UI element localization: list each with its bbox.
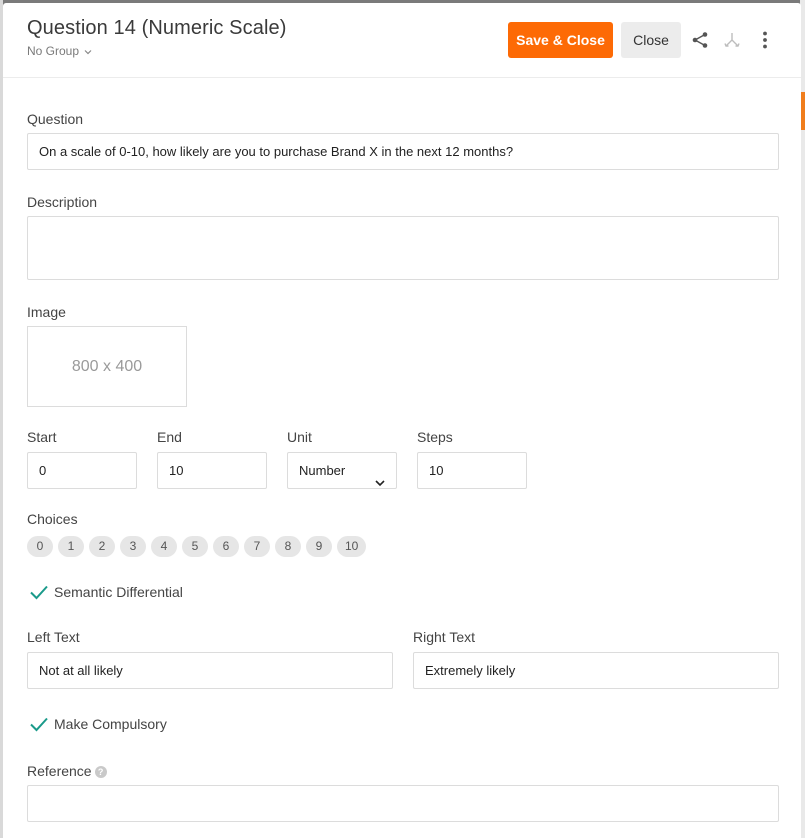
check-icon bbox=[29, 584, 49, 600]
steps-input[interactable]: 10 bbox=[417, 452, 527, 489]
question-label: Question bbox=[27, 111, 84, 127]
reference-label: Reference bbox=[27, 763, 92, 779]
merge-icon[interactable] bbox=[722, 30, 742, 50]
unit-select-value: Number bbox=[299, 463, 346, 478]
image-size-text: 800 x 400 bbox=[71, 357, 143, 375]
choices-label: Choices bbox=[27, 511, 78, 527]
choice-chip[interactable]: 3 bbox=[120, 536, 146, 557]
group-label: No Group bbox=[27, 44, 80, 58]
image-placeholder[interactable]: 800 x 400 bbox=[27, 326, 187, 407]
modal-header: Question 14 (Numeric Scale) No Group Sav… bbox=[3, 3, 801, 78]
help-icon[interactable]: ? bbox=[94, 766, 107, 779]
reference-input[interactable] bbox=[27, 785, 779, 822]
reference-label-row: Reference? bbox=[27, 763, 107, 779]
choice-chip[interactable]: 2 bbox=[89, 536, 115, 557]
semantic-differential-label: Semantic Differential bbox=[54, 584, 183, 600]
choice-chip[interactable]: 0 bbox=[27, 536, 53, 557]
left-text-label: Left Text bbox=[27, 629, 80, 645]
choice-chip[interactable]: 5 bbox=[182, 536, 208, 557]
check-icon bbox=[29, 716, 49, 732]
image-label: Image bbox=[27, 304, 66, 320]
choice-chip[interactable]: 10 bbox=[337, 536, 367, 557]
right-text-label: Right Text bbox=[413, 629, 475, 645]
unit-select[interactable]: Number bbox=[287, 452, 397, 489]
end-label: End bbox=[157, 429, 182, 445]
group-selector[interactable]: No Group bbox=[27, 44, 93, 58]
right-text-input[interactable]: Extremely likely bbox=[413, 652, 779, 689]
end-input[interactable]: 10 bbox=[157, 452, 267, 489]
choice-chip[interactable]: 9 bbox=[306, 536, 332, 557]
choice-chip[interactable]: 6 bbox=[213, 536, 239, 557]
choice-chip[interactable]: 1 bbox=[58, 536, 84, 557]
make-compulsory-checkbox[interactable]: Make Compulsory bbox=[29, 716, 167, 732]
semantic-differential-checkbox[interactable]: Semantic Differential bbox=[29, 584, 183, 600]
close-button[interactable]: Close bbox=[621, 22, 681, 58]
question-editor-modal: Question 14 (Numeric Scale) No Group Sav… bbox=[3, 3, 801, 838]
unit-label: Unit bbox=[287, 429, 312, 445]
make-compulsory-label: Make Compulsory bbox=[54, 716, 167, 732]
start-input[interactable]: 0 bbox=[27, 452, 137, 489]
page-title: Question 14 (Numeric Scale) bbox=[27, 17, 287, 39]
start-label: Start bbox=[27, 429, 57, 445]
choice-chip[interactable]: 4 bbox=[151, 536, 177, 557]
choice-chip[interactable]: 8 bbox=[275, 536, 301, 557]
description-label: Description bbox=[27, 194, 98, 210]
description-textarea[interactable] bbox=[27, 216, 779, 280]
chevron-down-icon bbox=[83, 46, 93, 56]
left-text-input[interactable]: Not at all likely bbox=[27, 652, 393, 689]
choice-chip[interactable]: 7 bbox=[244, 536, 270, 557]
more-vertical-icon[interactable] bbox=[755, 30, 775, 50]
choices-list: 0 1 2 3 4 5 6 7 8 9 10 bbox=[27, 536, 367, 557]
question-input[interactable]: On a scale of 0-10, how likely are you t… bbox=[27, 133, 779, 170]
steps-label: Steps bbox=[417, 429, 453, 445]
chevron-down-icon bbox=[374, 466, 386, 487]
save-close-button[interactable]: Save & Close bbox=[508, 22, 613, 58]
share-icon[interactable] bbox=[690, 30, 710, 50]
